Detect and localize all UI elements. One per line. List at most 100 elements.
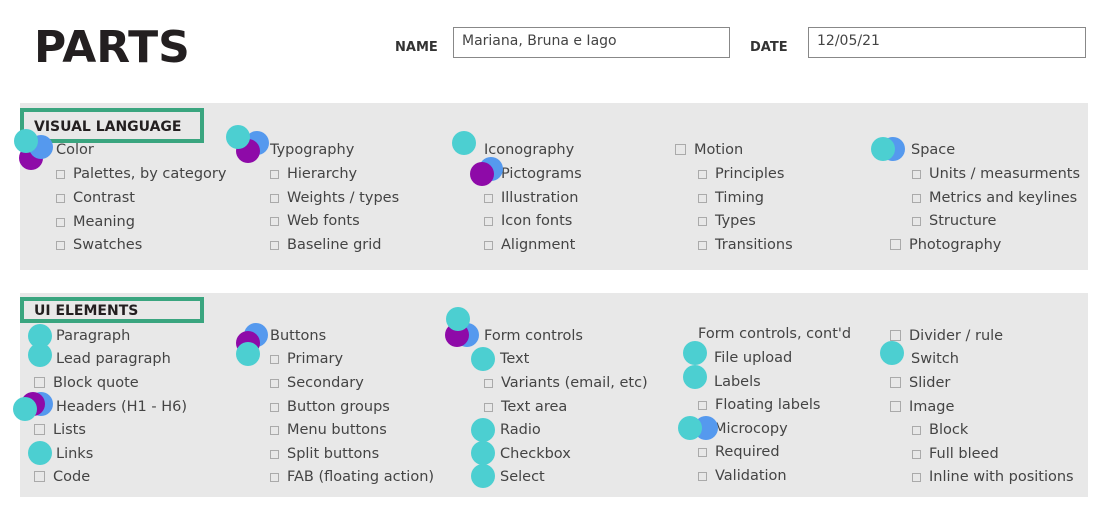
subtopic[interactable]: Metrics and keylines	[912, 189, 1077, 207]
subtopic[interactable]: Split buttons	[270, 445, 379, 463]
ui-elements-heading: UI ELEMENTS	[20, 297, 204, 323]
checkbox[interactable]	[698, 401, 707, 410]
subtopic[interactable]: Illustration	[484, 189, 578, 207]
subtopic[interactable]: Full bleed	[912, 445, 999, 463]
name-field[interactable]: Mariana, Bruna e Iago	[453, 27, 730, 58]
subtopic[interactable]: Primary	[270, 350, 343, 368]
ui-item-code[interactable]: Code	[34, 468, 90, 486]
checkbox[interactable]	[34, 471, 45, 482]
subtopic[interactable]: Block	[912, 421, 968, 439]
subtopic[interactable]: Text area	[484, 398, 567, 416]
subtopic[interactable]: Icon fonts	[484, 212, 572, 230]
checkbox[interactable]	[270, 355, 279, 364]
checkbox[interactable]	[698, 194, 707, 203]
teal-dot	[471, 441, 495, 465]
checkbox[interactable]	[912, 194, 921, 203]
ui-item-links: Links	[56, 446, 94, 462]
checkbox[interactable]	[890, 239, 901, 250]
checkbox[interactable]	[56, 241, 65, 250]
checkbox[interactable]	[484, 379, 493, 388]
subtopic[interactable]: Inline with positions	[912, 468, 1074, 486]
checkbox[interactable]	[698, 448, 707, 457]
ui-topic-slider[interactable]: Slider	[890, 374, 950, 392]
subtopic[interactable]: Baseline grid	[270, 236, 381, 254]
subtopic[interactable]: Transitions	[698, 236, 793, 254]
ui-item-paragraph: Paragraph	[56, 328, 131, 344]
checkbox[interactable]	[484, 241, 493, 250]
checkbox[interactable]	[270, 473, 279, 482]
checkbox[interactable]	[56, 170, 65, 179]
teal-dot	[452, 131, 476, 155]
checkbox[interactable]	[890, 330, 901, 341]
checkbox[interactable]	[56, 218, 65, 227]
teal-dot	[471, 418, 495, 442]
ui-topic-divider[interactable]: Divider / rule	[890, 327, 1003, 345]
teal-dot	[28, 441, 52, 465]
subtopic[interactable]: Required	[698, 443, 780, 461]
topic-space: Space	[911, 142, 956, 158]
checkbox[interactable]	[270, 241, 279, 250]
teal-dot	[683, 365, 707, 389]
checkbox[interactable]	[912, 217, 921, 226]
subtopic[interactable]: Types	[698, 212, 756, 230]
subtopic[interactable]: Variants (email, etc)	[484, 374, 648, 392]
subtopic[interactable]: Weights / types	[270, 189, 399, 207]
subtopic[interactable]: Units / measurments	[912, 165, 1080, 183]
subtopic[interactable]: Palettes, by category	[56, 165, 226, 183]
subtopic[interactable]: Web fonts	[270, 212, 360, 230]
checkbox[interactable]	[270, 426, 279, 435]
checkbox[interactable]	[270, 217, 279, 226]
checkbox[interactable]	[270, 379, 279, 388]
subtopic[interactable]: Hierarchy	[270, 165, 357, 183]
checkbox[interactable]	[34, 377, 45, 388]
subtopic[interactable]: Structure	[912, 212, 996, 230]
ui-item-lists[interactable]: Lists	[34, 421, 86, 439]
subtopic[interactable]: Button groups	[270, 398, 390, 416]
subtopic[interactable]: Timing	[698, 189, 764, 207]
teal-dot	[13, 397, 37, 421]
checkbox[interactable]	[912, 170, 921, 179]
checkbox[interactable]	[912, 426, 921, 435]
ui-topic-form-controls: Form controls	[484, 328, 583, 344]
checkbox[interactable]	[698, 217, 707, 226]
subtopic[interactable]: Principles	[698, 165, 784, 183]
teal-dot	[446, 307, 470, 331]
ui-item-block-quote[interactable]: Block quote	[34, 374, 139, 392]
date-field[interactable]: 12/05/21	[808, 27, 1086, 58]
checkbox[interactable]	[698, 241, 707, 250]
checkbox[interactable]	[270, 403, 279, 412]
subtopic[interactable]: Secondary	[270, 374, 364, 392]
checkbox[interactable]	[484, 194, 493, 203]
checkbox[interactable]	[890, 401, 901, 412]
teal-dot	[471, 464, 495, 488]
topic-photography[interactable]: Photography	[890, 236, 1001, 254]
ui-topic-image[interactable]: Image	[890, 398, 954, 416]
checkbox[interactable]	[890, 377, 901, 388]
checkbox[interactable]	[270, 450, 279, 459]
subtopic[interactable]: Contrast	[56, 189, 135, 207]
subtopic-text: Text	[500, 351, 530, 367]
subtopic-labels: Labels	[714, 374, 761, 390]
topic-motion[interactable]: Motion	[675, 141, 743, 159]
checkbox[interactable]	[270, 194, 279, 203]
subtopic[interactable]: Alignment	[484, 236, 575, 254]
subtopic[interactable]: Meaning	[56, 213, 135, 231]
checkbox[interactable]	[270, 170, 279, 179]
subtopic[interactable]: Validation	[698, 467, 787, 485]
subtopic[interactable]: Floating labels	[698, 396, 820, 414]
teal-dot	[236, 342, 260, 366]
checkbox[interactable]	[34, 424, 45, 435]
checkbox[interactable]	[56, 194, 65, 203]
subtopic-checkbox: Checkbox	[500, 446, 571, 462]
subtopic[interactable]: Swatches	[56, 236, 142, 254]
checkbox[interactable]	[698, 170, 707, 179]
checkbox[interactable]	[912, 473, 921, 482]
checkbox[interactable]	[484, 217, 493, 226]
checkbox[interactable]	[484, 403, 493, 412]
checkbox[interactable]	[675, 144, 686, 155]
subtopic[interactable]: Menu buttons	[270, 421, 387, 439]
subtopic-select: Select	[500, 469, 545, 485]
checkbox[interactable]	[698, 472, 707, 481]
subtopic[interactable]: FAB (floating action)	[270, 468, 434, 486]
checkbox[interactable]	[912, 450, 921, 459]
